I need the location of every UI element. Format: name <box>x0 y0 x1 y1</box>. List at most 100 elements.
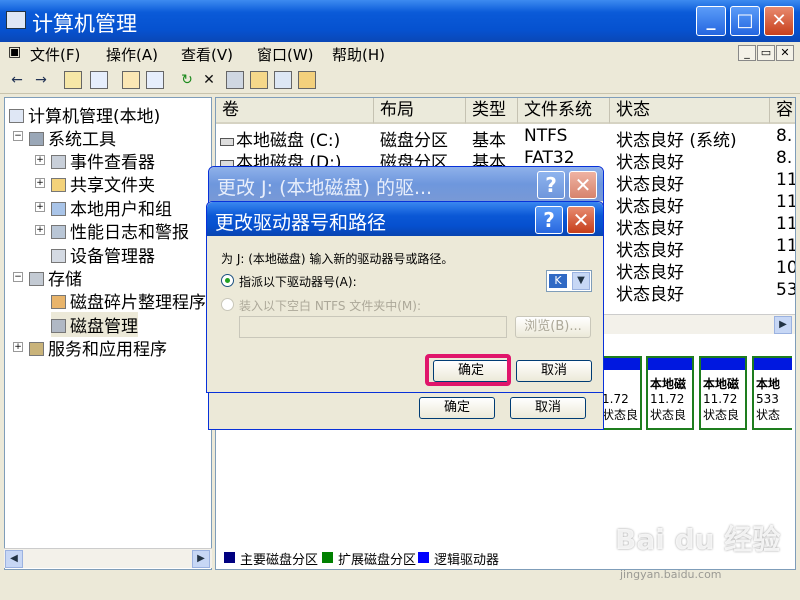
minimize-button[interactable]: _ <box>696 6 726 36</box>
console-icon[interactable]: ▣ <box>8 44 21 60</box>
users-icon <box>51 202 66 216</box>
collapse-storage[interactable]: − <box>13 272 23 282</box>
toolbar: ← → ↻ ✕ <box>0 66 800 94</box>
disk-partition[interactable]: 本地磁 11.72 状态良 <box>646 356 694 430</box>
radio-mount-folder[interactable] <box>221 298 234 311</box>
tree-item-event-viewer[interactable]: 事件查看器 <box>51 148 155 173</box>
menu-bar: ▣ 文件(F) 操作(A) 查看(V) 窗口(W) 帮助(H) <box>0 42 800 66</box>
legend-logical: 逻辑驱动器 <box>434 553 500 568</box>
col-header-layout[interactable]: 布局 <box>374 98 466 124</box>
radio-assign-label: 指派以下驱动器号(A): <box>239 275 357 289</box>
storage-icon <box>29 272 44 286</box>
refresh-icon[interactable]: ↻ <box>178 71 196 89</box>
volume-capacity: 8. <box>776 126 793 146</box>
help-button[interactable]: ? <box>537 171 565 199</box>
tree-item-device-manager[interactable]: 设备管理器 <box>51 242 155 267</box>
delete-icon[interactable]: ✕ <box>200 71 218 89</box>
tree-item-disk-management[interactable]: 磁盘管理 <box>51 312 138 337</box>
up-folder-icon[interactable] <box>64 71 82 89</box>
tree-item-root[interactable]: 计算机管理(本地) <box>9 102 160 127</box>
device-manager-icon <box>51 249 66 263</box>
tree-item-shared-folders[interactable]: 共享文件夹 <box>51 171 155 196</box>
col-header-type[interactable]: 类型 <box>466 98 518 124</box>
show-hide-tree-icon[interactable] <box>90 71 108 89</box>
change-drive-letter-dialog: 更改驱动器号和路径 ? ✕ 为 J: (本地磁盘) 输入新的驱动器号或路径。 指… <box>206 201 604 393</box>
menu-view[interactable]: 查看(V) <box>181 44 233 65</box>
col-header-filesystem[interactable]: 文件系统 <box>518 98 610 124</box>
disk-partition[interactable]: 本地磁 11.72 状态良 <box>699 356 747 430</box>
drive-letter-value: K <box>549 274 567 288</box>
scroll-right-icon[interactable]: ▶ <box>192 550 210 568</box>
help-icon[interactable] <box>146 71 164 89</box>
scroll-right-icon[interactable]: ▶ <box>774 316 792 334</box>
cancel-button[interactable]: 取消 <box>516 360 592 382</box>
menu-file[interactable]: 文件(F) <box>30 44 80 65</box>
expand-perf-logs[interactable]: + <box>35 225 45 235</box>
disk-icon[interactable] <box>226 71 244 89</box>
help-button[interactable]: ? <box>535 206 563 234</box>
back-icon[interactable]: ← <box>8 71 26 89</box>
search-icon[interactable] <box>274 71 292 89</box>
tree-item-system-tools[interactable]: 系统工具 <box>29 125 116 150</box>
volume-capacity: 11 <box>776 170 796 190</box>
legend-extended: 扩展磁盘分区 <box>338 553 417 568</box>
cancel-button[interactable]: 取消 <box>510 397 586 419</box>
watermark-url: jingyan.baidu.com <box>620 568 722 581</box>
baidu-watermark: Bai du 经验 <box>615 523 781 556</box>
volume-filesystem: NTFS <box>524 126 568 146</box>
radio-assign-letter[interactable] <box>221 274 234 287</box>
tree-item-perf-logs[interactable]: 性能日志和警报 <box>51 218 189 243</box>
menu-help[interactable]: 帮助(H) <box>332 44 385 65</box>
volume-capacity: 11 <box>776 214 796 234</box>
export-icon[interactable] <box>298 71 316 89</box>
volume-capacity: 10 <box>776 258 796 278</box>
menu-action[interactable]: 操作(A) <box>106 44 158 65</box>
drive-letter-select[interactable]: K ▼ <box>546 270 592 292</box>
event-viewer-icon <box>51 155 66 169</box>
close-button[interactable]: ✕ <box>764 6 794 36</box>
console-tree: 计算机管理(本地) − 系统工具 + 事件查看器 + 共享文件夹 + 本地用户和… <box>4 97 212 570</box>
tools-icon <box>29 132 44 146</box>
expand-shared-folders[interactable]: + <box>35 178 45 188</box>
tree-item-local-users[interactable]: 本地用户和组 <box>51 195 172 220</box>
ok-button[interactable]: 确定 <box>419 397 495 419</box>
expand-event-viewer[interactable]: + <box>35 155 45 165</box>
volume-capacity: 11 <box>776 192 796 212</box>
col-header-capacity[interactable]: 容 <box>770 98 795 124</box>
performance-icon <box>51 225 66 239</box>
col-header-status[interactable]: 状态 <box>610 98 770 124</box>
forward-icon[interactable]: → <box>32 71 50 89</box>
disk-partition[interactable]: 本地 533 状态 <box>752 356 792 430</box>
tree-horizontal-scrollbar[interactable]: ◀ ▶ <box>4 548 212 568</box>
mdi-minimize-button[interactable]: _ <box>738 45 756 61</box>
volume-status: 状态良好 <box>616 285 684 305</box>
legend-swatch-primary <box>224 552 235 563</box>
tree-item-defrag[interactable]: 磁盘碎片整理程序 <box>51 288 206 313</box>
tree-item-services[interactable]: 服务和应用程序 <box>29 335 167 360</box>
computer-icon <box>9 109 24 123</box>
disk-partition[interactable]: 1.72 状态良 <box>598 356 642 430</box>
expand-services[interactable]: + <box>13 342 23 352</box>
chevron-down-icon[interactable]: ▼ <box>572 272 590 290</box>
close-button[interactable]: ✕ <box>567 206 595 234</box>
ok-button-highlight <box>425 354 511 386</box>
volume-capacity: 8. <box>776 148 793 168</box>
collapse-system-tools[interactable]: − <box>13 131 23 141</box>
properties-icon[interactable] <box>122 71 140 89</box>
close-button[interactable]: ✕ <box>569 171 597 199</box>
expand-local-users[interactable]: + <box>35 202 45 212</box>
mdi-close-button[interactable]: ✕ <box>776 45 794 61</box>
window-titlebar: 计算机管理 _ □ ✕ <box>0 0 800 42</box>
mount-path-input[interactable] <box>239 316 507 338</box>
tree-item-storage[interactable]: 存储 <box>29 265 82 290</box>
scroll-left-icon[interactable]: ◀ <box>5 550 23 568</box>
menu-window[interactable]: 窗口(W) <box>257 44 314 65</box>
col-header-volume[interactable]: 卷 <box>216 98 374 124</box>
mdi-restore-button[interactable]: ▭ <box>757 45 775 61</box>
dialog-instruction: 为 J: (本地磁盘) 输入新的驱动器号或路径。 <box>221 252 454 266</box>
browse-button[interactable]: 浏览(B)... <box>515 316 591 338</box>
drive-icon <box>220 138 234 146</box>
open-folder-icon[interactable] <box>250 71 268 89</box>
maximize-button[interactable]: □ <box>730 6 760 36</box>
defrag-icon <box>51 295 66 309</box>
